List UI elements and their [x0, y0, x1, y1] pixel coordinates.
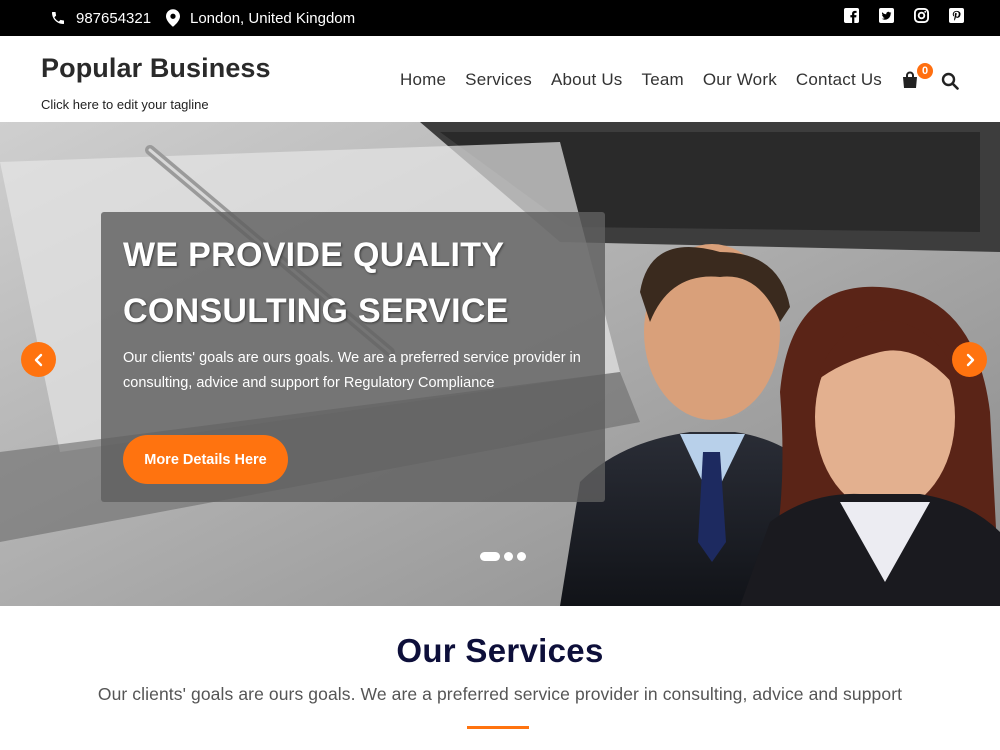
slider-dot-1[interactable]	[480, 552, 500, 561]
services-subtitle: Our clients' goals are ours goals. We ar…	[97, 684, 903, 704]
section-divider	[467, 726, 529, 729]
phone-icon	[52, 12, 64, 24]
top-bar: 987654321 London, United Kingdom	[0, 0, 1000, 36]
facebook-icon[interactable]	[844, 8, 859, 23]
hero-description: Our clients' goals are ours goals. We ar…	[123, 350, 581, 391]
services-heading: Our Services	[396, 632, 604, 669]
search-icon[interactable]	[941, 72, 959, 90]
more-details-button[interactable]: More Details Here	[123, 435, 288, 484]
map-marker-icon	[166, 9, 180, 27]
phone-number: 987654321	[76, 9, 152, 27]
chevron-left-icon	[34, 353, 42, 366]
slider-next-button[interactable]	[952, 342, 987, 377]
nav-team[interactable]: Team	[642, 70, 684, 90]
hero-slider: WE PROVIDE QUALITY CONSULTING SERVICE Ou…	[0, 122, 1000, 606]
nav-our-work[interactable]: Our Work	[703, 70, 777, 90]
chevron-right-icon	[966, 353, 974, 366]
nav-home[interactable]: Home	[400, 70, 446, 90]
phone-contact[interactable]: 987654321	[50, 0, 151, 36]
hero-title: WE PROVIDE QUALITY CONSULTING SERVICE	[123, 236, 509, 330]
site-title[interactable]: Popular Business	[41, 53, 271, 84]
slider-pagination	[480, 552, 526, 561]
slider-prev-button[interactable]	[21, 342, 56, 377]
location-text: London, United Kingdom	[190, 9, 356, 27]
slider-dot-2[interactable]	[504, 552, 513, 561]
shopping-bag-icon[interactable]	[901, 71, 919, 89]
cart-count-badge: 0	[917, 63, 933, 79]
location-contact: London, United Kingdom	[166, 0, 355, 36]
nav-contact-us[interactable]: Contact Us	[796, 70, 882, 90]
slider-dot-3[interactable]	[517, 552, 526, 561]
twitter-icon[interactable]	[879, 8, 894, 23]
instagram-icon[interactable]	[914, 8, 929, 23]
nav-about-us[interactable]: About Us	[551, 70, 623, 90]
pinterest-icon[interactable]	[949, 8, 964, 23]
site-tagline[interactable]: Click here to edit your tagline	[41, 97, 209, 112]
social-links	[844, 8, 964, 23]
main-navigation: Home Services About Us Team Our Work Con…	[400, 70, 882, 90]
nav-services[interactable]: Services	[465, 70, 532, 90]
site-header: Popular Business Click here to edit your…	[0, 36, 1000, 122]
